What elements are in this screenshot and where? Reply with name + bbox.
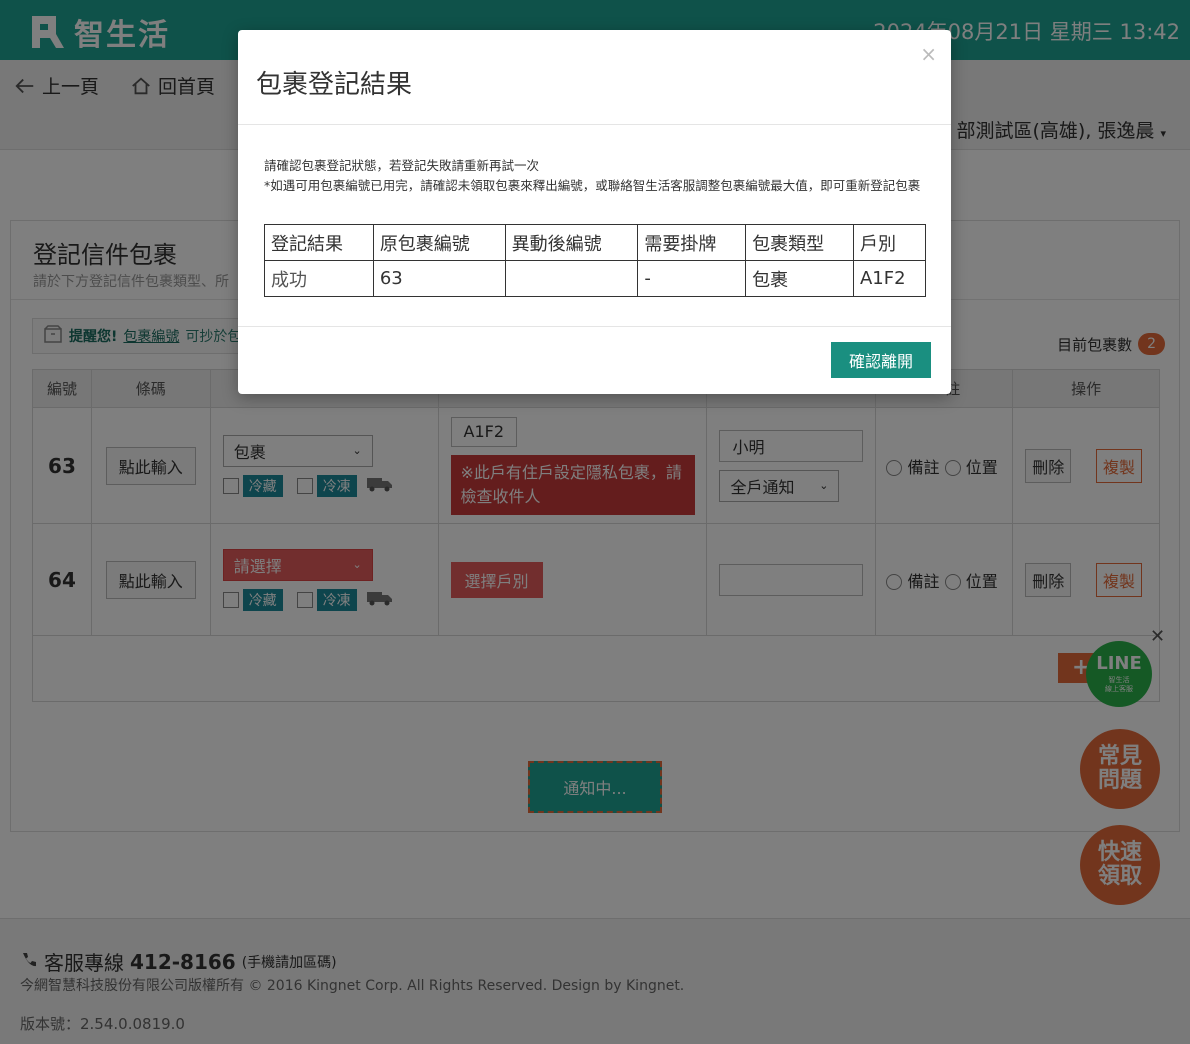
result-cell: 包裹 (745, 260, 854, 297)
result-cell: - (637, 260, 747, 297)
result-modal: 包裹登記結果 × 請確認包裹登記狀態，若登記失敗請重新再試一次 *如遇可用包裹編… (238, 30, 951, 394)
result-row: 成功 63 - 包裹 A1F2 (264, 260, 927, 297)
result-header: 登記結果 原包裹編號 異動後編號 需要掛牌 包裹類型 戶別 (264, 224, 927, 261)
divider (238, 124, 951, 125)
result-col-header: 包裹類型 (745, 224, 854, 261)
modal-line-2: *如遇可用包裹編號已用完，請確認未領取包裹來釋出編號，或聯絡智生活客服調整包裹編… (264, 178, 921, 193)
confirm-leave-button[interactable]: 確認離開 (831, 342, 931, 378)
result-table: 登記結果 原包裹編號 異動後編號 需要掛牌 包裹類型 戶別 成功 63 - 包裹… (264, 224, 927, 297)
modal-message: 請確認包裹登記狀態，若登記失敗請重新再試一次 *如遇可用包裹編號已用完，請確認未… (264, 156, 924, 196)
result-col-header: 原包裹編號 (372, 224, 506, 261)
close-icon[interactable]: × (920, 42, 937, 66)
modal-line-1: 請確認包裹登記狀態，若登記失敗請重新再試一次 (264, 158, 540, 173)
result-col-header: 登記結果 (264, 224, 374, 261)
result-col-header: 需要掛牌 (637, 224, 747, 261)
divider (238, 326, 951, 327)
modal-title: 包裹登記結果 (256, 70, 413, 100)
result-col-header: 戶別 (852, 224, 927, 261)
result-cell: 63 (372, 260, 506, 297)
result-cell: A1F2 (852, 260, 927, 297)
result-cell (504, 260, 639, 297)
result-col-header: 異動後編號 (504, 224, 639, 261)
result-cell: 成功 (264, 260, 374, 297)
